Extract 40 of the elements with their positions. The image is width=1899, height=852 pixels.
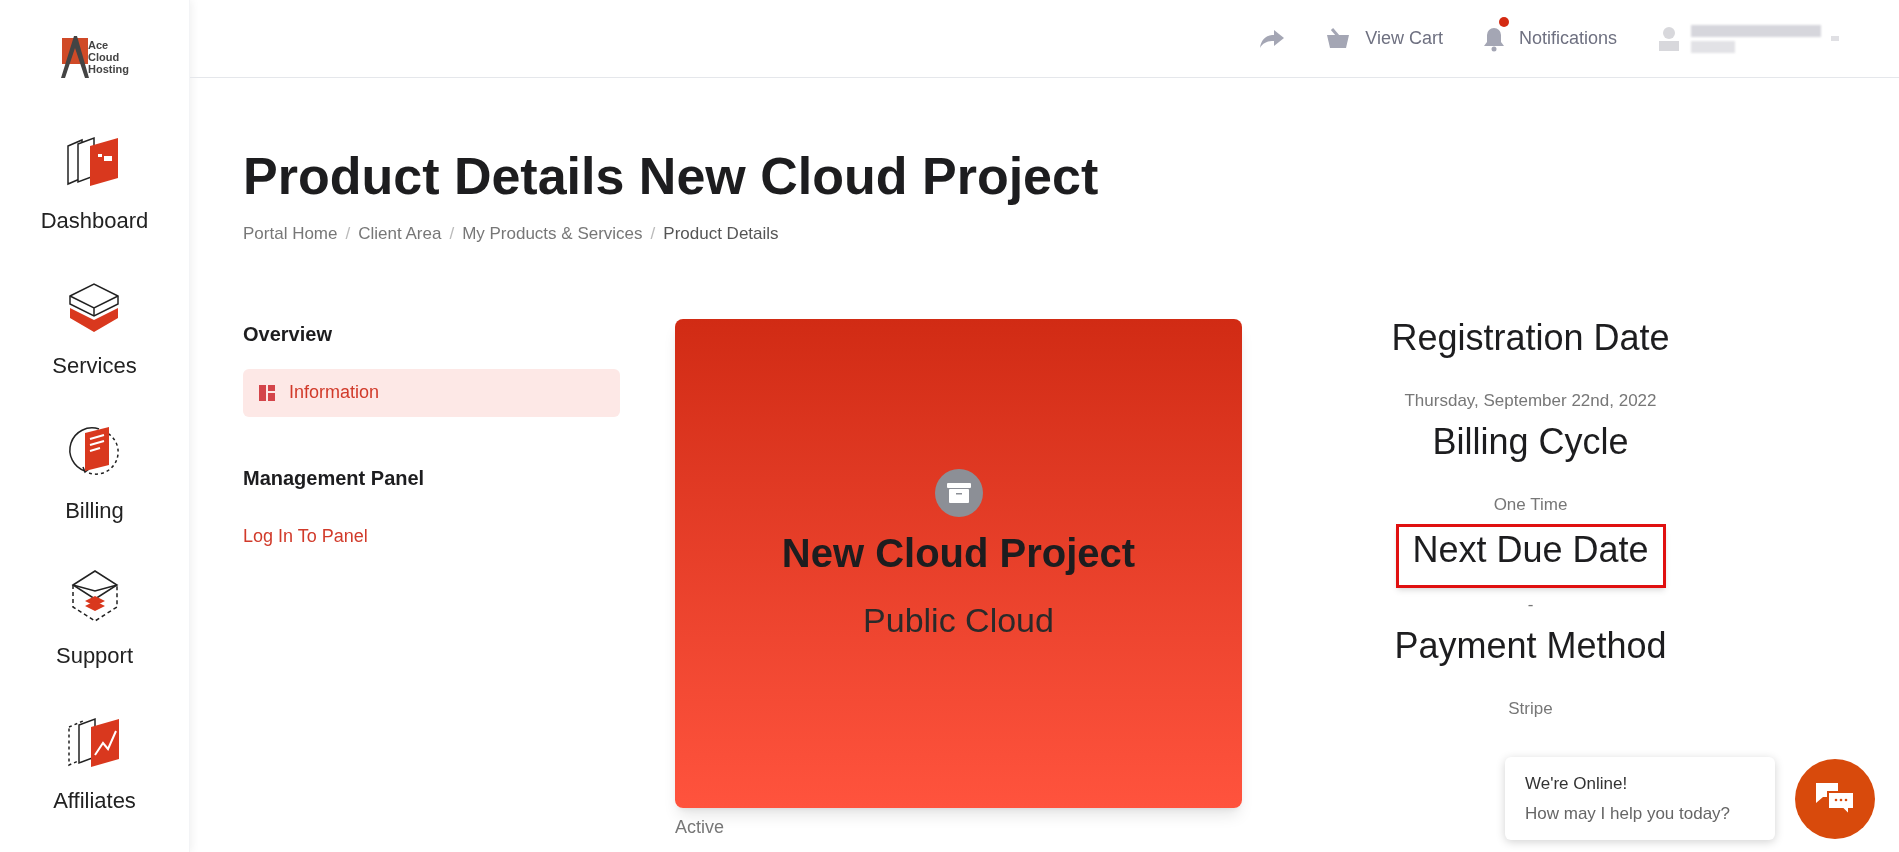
caret-icon [1831, 36, 1839, 41]
chat-bubble[interactable]: We're Online! How may I help you today? [1505, 757, 1775, 840]
cart-link[interactable]: View Cart [1325, 25, 1443, 52]
sidebar-item[interactable]: Affiliates [53, 712, 136, 817]
user-icon [1657, 24, 1681, 53]
sidebar-item[interactable]: Services [52, 277, 137, 382]
nav-item[interactable]: Log In To Panel [243, 512, 368, 561]
detail-label: Next Due Date [1412, 527, 1649, 572]
detail-value: - [1527, 593, 1534, 616]
breadcrumb-separator: / [449, 223, 455, 245]
basket-icon [1325, 27, 1352, 50]
chat-subtitle: How may I help you today? [1525, 802, 1731, 825]
sidebar-item[interactable]: Dashboard [40, 132, 149, 237]
section-heading: Overview [243, 321, 332, 347]
breadcrumb-link[interactable]: My Products & Services [462, 221, 643, 247]
breadcrumb-current: Product Details [663, 223, 779, 245]
nav-item[interactable]: Information [243, 368, 620, 417]
chat-title: We're Online! [1525, 773, 1628, 795]
bell-link[interactable]: Notifications [1482, 25, 1617, 52]
detail-value: Stripe [1508, 698, 1553, 720]
sidebar-item[interactable]: Billing [64, 422, 125, 527]
product-name: New Cloud Project [781, 529, 1136, 577]
company-logo[interactable]: Ace Cloud Hosting [60, 34, 129, 80]
detail-value: One Time [1493, 494, 1568, 516]
user-menu[interactable] [1657, 24, 1839, 53]
detail-value: Thursday, September 22nd, 2022 [1404, 389, 1657, 412]
detail-label: Registration Date [1391, 315, 1670, 360]
breadcrumb-link[interactable]: Client Area [358, 221, 442, 247]
detail-label: Payment Method [1394, 624, 1667, 668]
breadcrumb-separator: / [345, 223, 351, 245]
product-status: Active [675, 815, 725, 839]
bell-icon [1482, 25, 1505, 52]
section-heading: Management Panel [243, 465, 425, 491]
share-icon[interactable] [1259, 28, 1286, 49]
page-title: Product Details New Cloud Project [243, 146, 1100, 207]
breadcrumb-link[interactable]: Portal Home [243, 221, 338, 247]
sidebar-item[interactable]: Support [55, 567, 134, 672]
product-group: Public Cloud [863, 594, 1054, 646]
detail-label: Billing Cycle [1432, 420, 1629, 464]
breadcrumb-separator: / [650, 223, 656, 245]
